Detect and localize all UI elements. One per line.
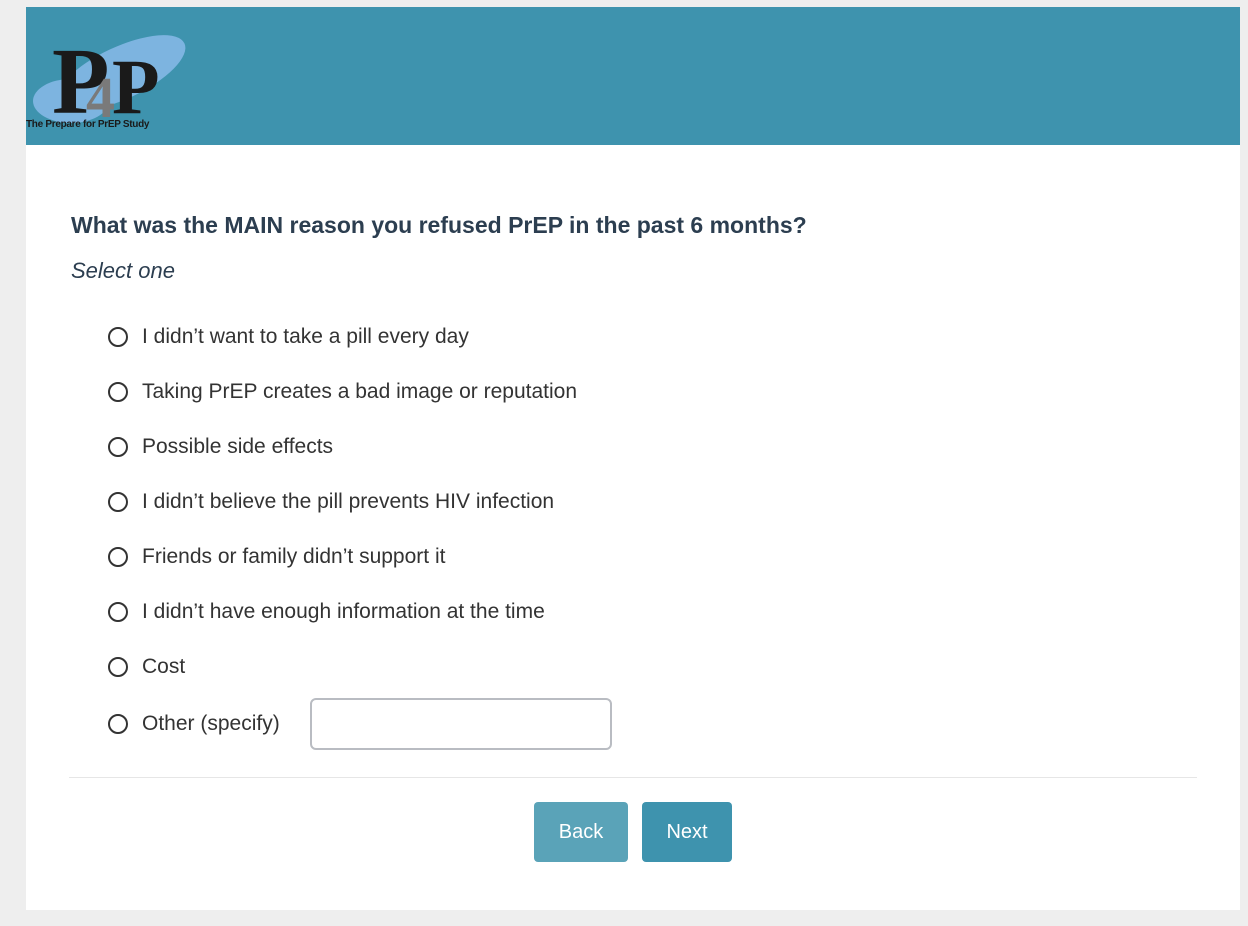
option-cost[interactable]: Cost — [108, 639, 612, 694]
question-title: What was the MAIN reason you refused PrE… — [71, 212, 807, 238]
option-label: Friends or family didn’t support it — [142, 544, 446, 568]
option-label: I didn’t believe the pill prevents HIV i… — [142, 489, 555, 513]
option-no-support[interactable]: Friends or family didn’t support it — [108, 529, 612, 584]
option-side-effects[interactable]: Possible side effects — [108, 419, 612, 474]
next-button[interactable]: Next — [642, 802, 732, 862]
option-label: Cost — [142, 654, 186, 678]
option-bad-image[interactable]: Taking PrEP creates a bad image or reput… — [108, 364, 612, 419]
radio-button[interactable] — [108, 326, 128, 347]
option-daily-pill[interactable]: I didn’t want to take a pill every day — [108, 309, 612, 364]
radio-button[interactable] — [108, 491, 128, 512]
radio-button[interactable] — [108, 381, 128, 402]
option-disbelief[interactable]: I didn’t believe the pill prevents HIV i… — [108, 474, 612, 529]
header-banner: P P 4 The Prepare for PrEP Study — [26, 7, 1240, 145]
survey-card: P P 4 The Prepare for PrEP Study What wa… — [26, 7, 1240, 910]
other-specify-input[interactable] — [309, 698, 612, 750]
option-label: I didn’t have enough information at the … — [142, 599, 545, 623]
svg-text:P: P — [112, 43, 160, 130]
option-not-enough-info[interactable]: I didn’t have enough information at the … — [108, 584, 612, 639]
radio-button[interactable] — [108, 656, 128, 677]
radio-button[interactable] — [108, 714, 128, 734]
logo-caption: The Prepare for PrEP Study — [26, 119, 150, 130]
option-label: I didn’t want to take a pill every day — [142, 324, 469, 348]
option-label: Possible side effects — [142, 434, 334, 458]
question-instruction: Select one — [71, 258, 175, 283]
radio-button[interactable] — [108, 436, 128, 457]
option-other[interactable]: Other (specify) — [108, 694, 612, 754]
radio-button[interactable] — [108, 601, 128, 622]
option-label: Taking PrEP creates a bad image or reput… — [142, 379, 578, 403]
back-button[interactable]: Back — [534, 802, 628, 862]
answer-options: I didn’t want to take a pill every day T… — [108, 309, 612, 754]
option-label: Other (specify) — [142, 712, 280, 735]
radio-button[interactable] — [108, 546, 128, 567]
divider — [69, 777, 1197, 778]
